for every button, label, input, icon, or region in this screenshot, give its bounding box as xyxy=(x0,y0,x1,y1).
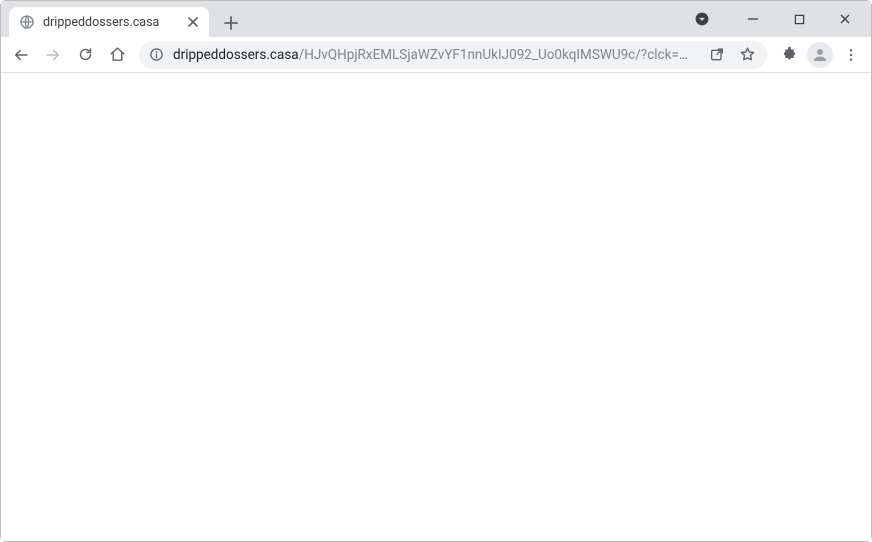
reload-button[interactable] xyxy=(71,41,99,69)
window-controls xyxy=(691,1,871,37)
extensions-puzzle-icon[interactable] xyxy=(775,41,803,69)
bookmark-star-icon[interactable] xyxy=(733,41,761,69)
browser-tab[interactable]: drippeddossers.casa xyxy=(9,7,209,37)
share-icon[interactable] xyxy=(703,41,731,69)
kebab-menu-button[interactable] xyxy=(837,41,865,69)
tab-strip: drippeddossers.casa xyxy=(1,1,691,37)
home-button[interactable] xyxy=(103,41,131,69)
window-minimize-button[interactable] xyxy=(731,5,775,33)
window-maximize-button[interactable] xyxy=(777,5,821,33)
browser-toolbar: drippeddossers.casa/HJvQHpjRxEMLSjaWZvYF… xyxy=(1,37,871,73)
address-bar[interactable]: drippeddossers.casa/HJvQHpjRxEMLSjaWZvYF… xyxy=(139,41,767,69)
url-text: drippeddossers.casa/HJvQHpjRxEMLSjaWZvYF… xyxy=(173,47,697,63)
new-tab-button[interactable] xyxy=(217,9,245,37)
tab-close-button[interactable] xyxy=(185,14,201,30)
forward-button[interactable] xyxy=(39,41,67,69)
url-path: /HJvQHpjRxEMLSjaWZvYF1nnUkIJ092_Uo0kqIMS… xyxy=(299,47,697,63)
site-info-icon[interactable] xyxy=(149,47,165,62)
back-button[interactable] xyxy=(7,41,35,69)
tab-title: drippeddossers.casa xyxy=(43,15,185,30)
omnibox-actions xyxy=(703,41,761,69)
window-titlebar: drippeddossers.casa xyxy=(1,1,871,37)
tracking-indicator-icon[interactable] xyxy=(691,8,713,30)
globe-icon xyxy=(19,14,35,30)
profile-avatar-button[interactable] xyxy=(807,42,833,68)
page-content xyxy=(1,73,871,541)
window-close-button[interactable] xyxy=(823,5,867,33)
url-host: drippeddossers.casa xyxy=(173,47,299,63)
